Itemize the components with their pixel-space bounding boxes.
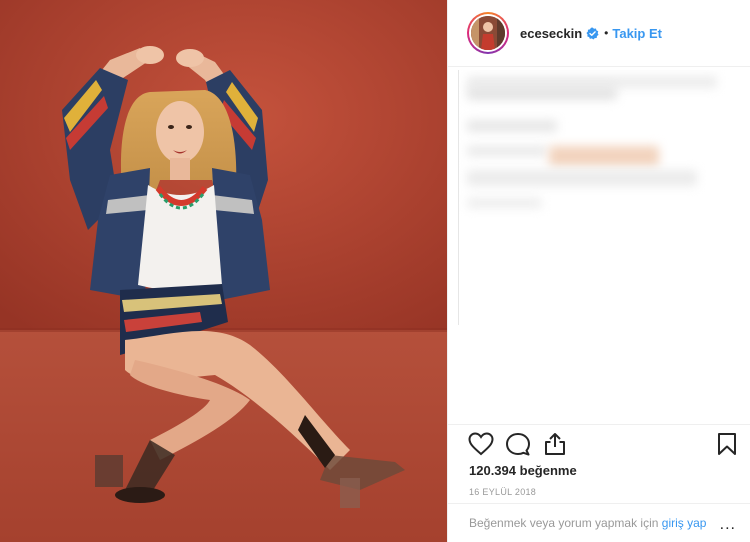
more-options-button[interactable]: ... bbox=[720, 517, 736, 533]
post-date: 16 EYLÜL 2018 bbox=[469, 487, 537, 497]
blurred-text-block bbox=[467, 86, 617, 100]
follow-button[interactable]: Takip Et bbox=[612, 26, 662, 41]
action-bar bbox=[448, 424, 750, 463]
likes-number: 120.394 bbox=[469, 463, 516, 478]
post-photo[interactable] bbox=[0, 0, 447, 542]
likes-count[interactable]: 120.394 beğenme bbox=[469, 463, 577, 478]
blurred-text-block bbox=[467, 170, 697, 186]
avatar[interactable] bbox=[471, 16, 505, 50]
username-link[interactable]: eceseckin bbox=[520, 26, 582, 41]
header-divider bbox=[448, 66, 750, 67]
blurred-highlight-block bbox=[549, 146, 659, 166]
login-link[interactable]: giriş yap bbox=[662, 516, 707, 530]
photo-illustration bbox=[0, 0, 447, 542]
likes-label: beğenme bbox=[519, 463, 577, 478]
blurred-text-block bbox=[467, 198, 542, 208]
share-icon[interactable] bbox=[543, 432, 567, 456]
footer-divider bbox=[448, 503, 750, 504]
blurred-caption-area bbox=[458, 70, 729, 325]
post-sidebar: eceseckin • Takip Et 120.394 beğenme 16 … bbox=[447, 0, 750, 542]
blurred-text-block bbox=[467, 146, 547, 156]
login-prompt: Beğenmek veya yorum yapmak için giriş ya… bbox=[469, 515, 709, 531]
verified-badge-icon bbox=[586, 26, 599, 40]
post-header: eceseckin • Takip Et bbox=[448, 0, 750, 66]
heart-icon[interactable] bbox=[468, 432, 494, 456]
story-ring[interactable] bbox=[467, 12, 509, 54]
blurred-text-block bbox=[467, 120, 557, 132]
separator-dot: • bbox=[604, 26, 609, 40]
comment-bubble-icon[interactable] bbox=[505, 432, 531, 456]
bookmark-icon[interactable] bbox=[716, 432, 738, 456]
login-prompt-text: Beğenmek veya yorum yapmak için bbox=[469, 516, 659, 530]
